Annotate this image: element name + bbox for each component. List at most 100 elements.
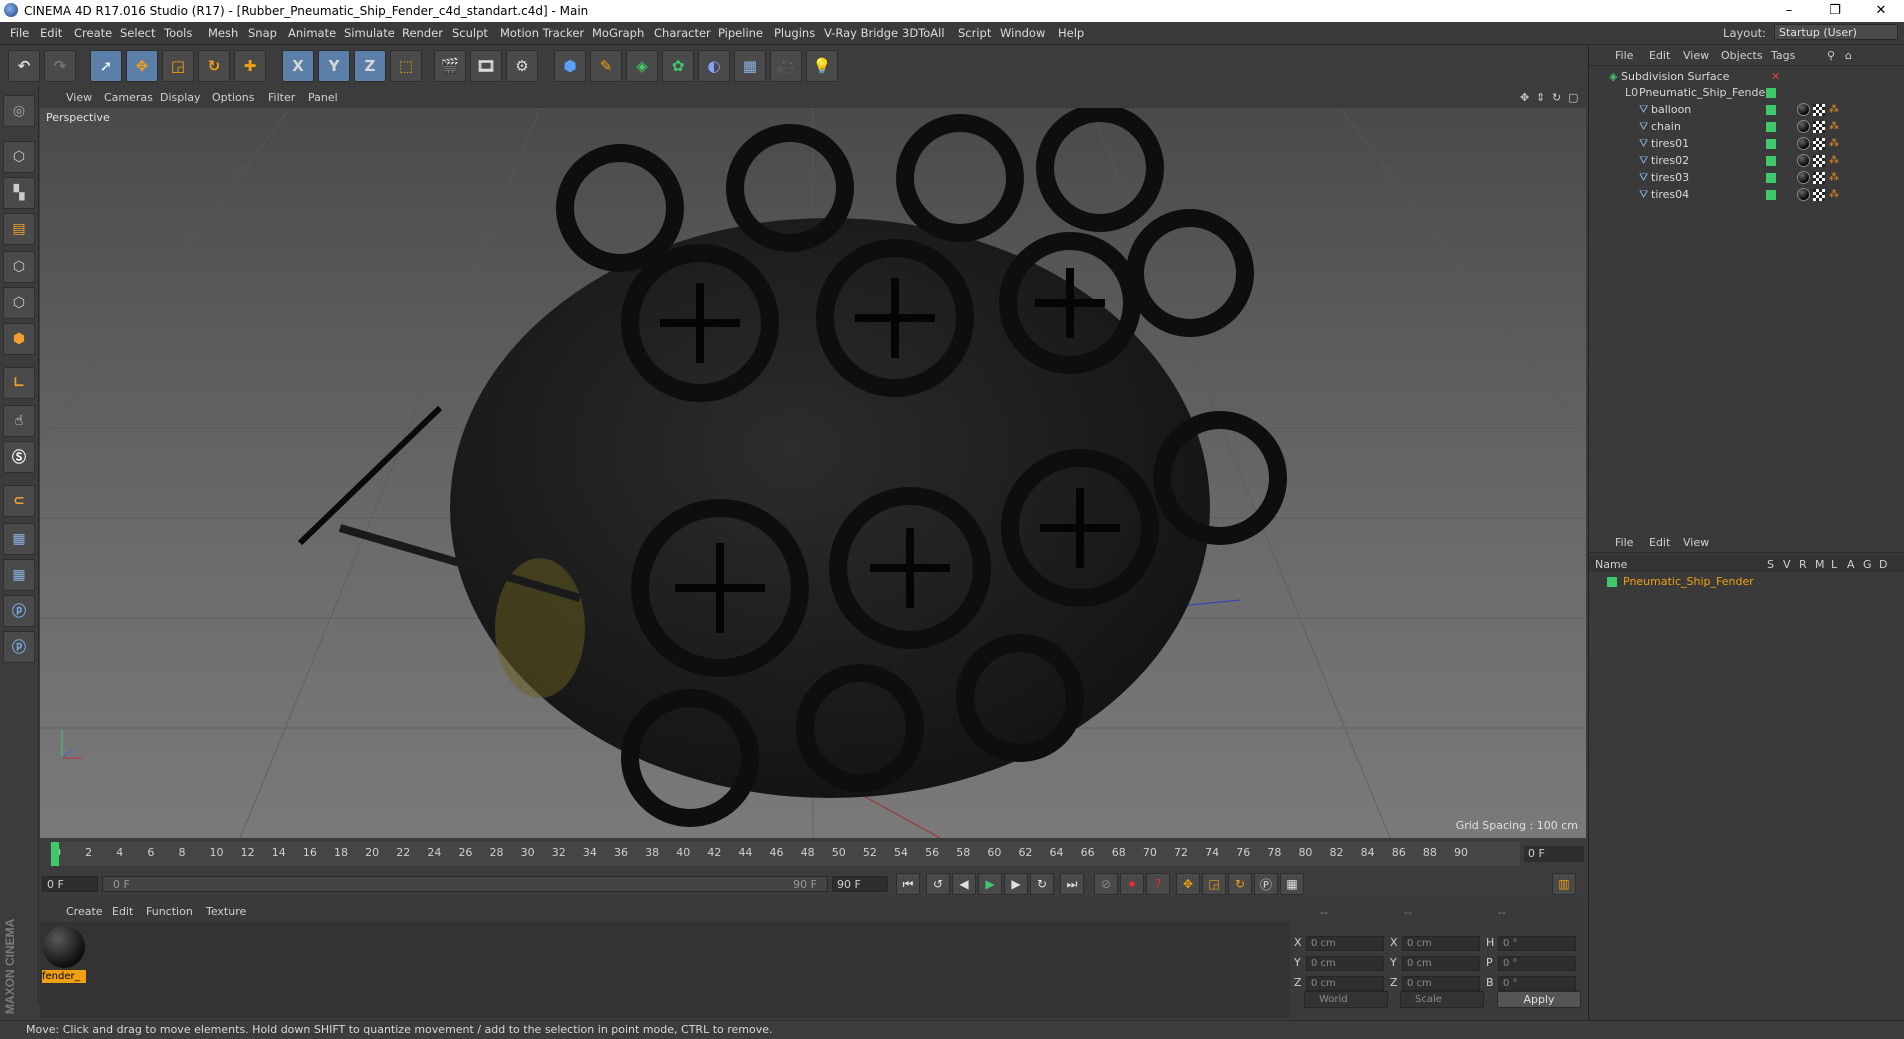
redo-button[interactable]: ↷ (44, 50, 76, 82)
texture-tag-icon[interactable] (1813, 104, 1825, 116)
viewport-maximize-icon[interactable]: ▢ (1568, 91, 1578, 104)
material-tag-icon[interactable] (1797, 103, 1810, 116)
viewport-menu-cameras[interactable]: Cameras (104, 91, 153, 104)
texture-tag-icon[interactable] (1813, 138, 1825, 150)
key-rotation-icon[interactable]: ↻ (1228, 873, 1252, 895)
scale-tool-button[interactable]: ◲ (162, 50, 194, 82)
texture-tag-icon[interactable] (1813, 155, 1825, 167)
layers-menu-file[interactable]: File (1615, 536, 1633, 549)
visibility-tick[interactable] (1766, 173, 1776, 183)
layer-row[interactable]: Pneumatic_Ship_Fender (1589, 572, 1904, 592)
visibility-tick[interactable] (1766, 139, 1776, 149)
phong-tag-icon[interactable]: ⁂ (1829, 138, 1841, 150)
frame-range-slider[interactable]: 0 F 90 F (102, 876, 828, 892)
menu-plugins[interactable]: Plugins (774, 26, 815, 40)
menu-motion-tracker[interactable]: Motion Tracker (500, 26, 584, 40)
visibility-tick[interactable] (1766, 156, 1776, 166)
viewport-zoom-icon[interactable]: ⇕ (1536, 91, 1545, 104)
position-y-field[interactable]: 0 cm (1306, 956, 1384, 971)
current-frame-field[interactable]: 0 F (1524, 846, 1584, 862)
model-mode-icon[interactable]: ⬡ (3, 141, 35, 173)
material-tag-icon[interactable] (1797, 171, 1810, 184)
key-parameter-icon[interactable]: Ⓟ (1254, 873, 1278, 895)
layers-menu-edit[interactable]: Edit (1649, 536, 1670, 549)
phong-tag-icon[interactable]: ⁂ (1829, 172, 1841, 184)
size-x-field[interactable]: 0 cm (1402, 936, 1480, 951)
material-tag-icon[interactable] (1797, 120, 1810, 133)
phong-tag-icon[interactable]: ⁂ (1829, 189, 1841, 201)
viewport-rotate-icon[interactable]: ↻ (1552, 91, 1561, 104)
layout-dropdown[interactable]: Startup (User) (1774, 24, 1898, 40)
position-z-field[interactable]: 0 cm (1306, 976, 1384, 991)
next-frame-icon[interactable]: ▶ (1004, 873, 1028, 895)
visibility-tick[interactable] (1766, 122, 1776, 132)
viewport-menu-filter[interactable]: Filter (268, 91, 295, 104)
solo-mode-icon[interactable]: Ⓢ (3, 441, 35, 473)
python-script-icon[interactable]: ⓟ (3, 595, 35, 627)
cloner-button[interactable]: ✿ (662, 50, 694, 82)
layer-color-swatch[interactable] (1607, 577, 1617, 587)
texture-tag-icon[interactable] (1813, 121, 1825, 133)
size-y-field[interactable]: 0 cm (1402, 956, 1480, 971)
deformer-button[interactable]: ◐ (698, 50, 730, 82)
minimize-button[interactable]: – (1766, 0, 1812, 22)
texture-mode-icon[interactable]: ▚ (3, 177, 35, 209)
menu-select[interactable]: Select (120, 26, 155, 40)
visibility-tick[interactable] (1766, 190, 1776, 200)
go-to-start-icon[interactable]: ⏮ (896, 873, 920, 895)
texture-tag-icon[interactable] (1813, 189, 1825, 201)
render-view-button[interactable]: 🎬 (434, 50, 466, 82)
floor-button[interactable]: ▦ (734, 50, 766, 82)
menu-3dtoall[interactable]: 3DToAll (902, 26, 945, 40)
menu-edit[interactable]: Edit (40, 26, 62, 40)
previous-key-icon[interactable]: ↺ (926, 873, 950, 895)
menu-animate[interactable]: Animate (288, 26, 336, 40)
material-tag-icon[interactable] (1797, 188, 1810, 201)
timeline-ruler[interactable]: 0246810121416182022242628303234363840424… (50, 842, 1520, 866)
3d-viewport[interactable]: Perspective Grid Spacing : 100 cm (40, 108, 1586, 838)
viewport-menu-display[interactable]: Display (160, 91, 201, 104)
menu-render[interactable]: Render (402, 26, 443, 40)
cube-object-button[interactable]: ⬢ (554, 50, 586, 82)
coordinate-system-button[interactable]: ⬚ (390, 50, 422, 82)
phong-tag-icon[interactable]: ⁂ (1829, 155, 1841, 167)
viewport-camera-label[interactable]: Perspective (42, 110, 114, 125)
render-picture-viewer-button[interactable]: 🎞 (470, 50, 502, 82)
objects-menu-view[interactable]: View (1683, 49, 1709, 62)
material-menu-function[interactable]: Function (146, 905, 193, 918)
coordinate-space-dropdown[interactable]: World (1304, 991, 1388, 1008)
motion-record-icon[interactable]: ⊘ (1094, 873, 1118, 895)
live-selection-button[interactable]: ➚ (90, 50, 122, 82)
size-mode-dropdown[interactable]: Scale (1400, 991, 1484, 1008)
undo-button[interactable]: ↶ (8, 50, 40, 82)
rotate-tool-button[interactable]: ↻ (198, 50, 230, 82)
material-menu-texture[interactable]: Texture (206, 905, 246, 918)
objects-menu-objects[interactable]: Objects (1721, 49, 1763, 62)
menu-mograph[interactable]: MoGraph (592, 26, 644, 40)
menu-vray-bridge[interactable]: V-Ray Bridge (824, 26, 898, 40)
search-icon[interactable]: ⚲ (1827, 49, 1835, 62)
points-mode-icon[interactable]: ⬡ (3, 251, 35, 283)
make-editable-icon[interactable]: ◎ (3, 95, 35, 127)
timeline[interactable]: 0246810121416182022242628303234363840424… (40, 840, 1586, 870)
close-button[interactable]: ✕ (1858, 0, 1904, 22)
record-keyframe-icon[interactable]: ⏺ (1120, 873, 1144, 895)
polygons-mode-icon[interactable]: ⬢ (3, 323, 35, 355)
menu-mesh[interactable]: Mesh (208, 26, 238, 40)
edges-mode-icon[interactable]: ⬡ (3, 287, 35, 319)
menu-create[interactable]: Create (74, 26, 112, 40)
menu-snap[interactable]: Snap (248, 26, 277, 40)
recent-tool-button[interactable]: ✚ (234, 50, 266, 82)
apply-button[interactable]: Apply (1497, 991, 1581, 1008)
viewport-menu-view[interactable]: View (66, 91, 92, 104)
phong-tag-icon[interactable]: ⁂ (1829, 104, 1841, 116)
layers-menu-view[interactable]: View (1683, 536, 1709, 549)
size-z-field[interactable]: 0 cm (1402, 976, 1480, 991)
viewport-move-icon[interactable]: ✥ (1520, 91, 1529, 104)
start-frame-field[interactable]: 0 F (42, 876, 98, 892)
workplane-grid-icon[interactable]: ▦ (3, 523, 35, 555)
render-settings-button[interactable]: ⚙ (506, 50, 538, 82)
rotation-p-field[interactable]: 0 ° (1498, 956, 1576, 971)
go-to-end-icon[interactable]: ⏭ (1060, 873, 1084, 895)
viewport-menu-options[interactable]: Options (212, 91, 254, 104)
